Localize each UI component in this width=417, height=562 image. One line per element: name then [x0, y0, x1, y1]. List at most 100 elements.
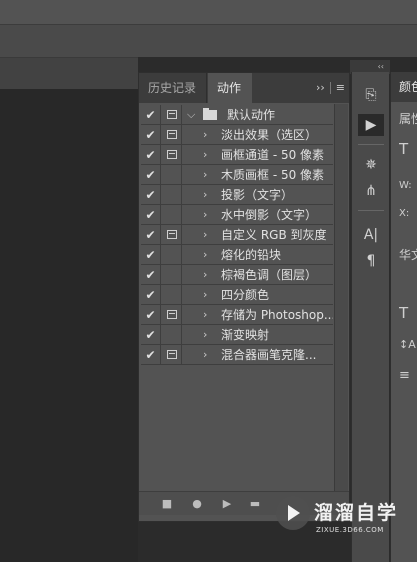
options-bar	[0, 24, 417, 57]
chevron-right-icon[interactable]: ›	[203, 185, 207, 205]
toggle-checkmark-icon[interactable]: ✔	[141, 185, 161, 205]
chevron-down-icon[interactable]: ⌵	[187, 105, 195, 125]
toggle-checkmark-icon[interactable]: ✔	[141, 105, 161, 125]
dialog-toggle[interactable]	[162, 305, 182, 325]
dialog-icon	[167, 150, 177, 159]
brush-settings-icon[interactable]: ✵	[358, 154, 384, 176]
character-panel-icon[interactable]: A|	[358, 224, 384, 246]
stop-button[interactable]: ■	[157, 492, 177, 516]
action-row[interactable]: ✔ › 画框通道 - 50 像素	[141, 145, 333, 165]
action-set-row[interactable]: ✔ ⌵ 默认动作	[141, 105, 333, 125]
chevron-right-icon[interactable]: ›	[203, 225, 207, 245]
chevron-right-icon[interactable]: ›	[203, 245, 207, 265]
dialog-toggle[interactable]	[162, 145, 182, 165]
action-row[interactable]: ✔ › 存储为 Photoshop...	[141, 305, 333, 325]
action-row[interactable]: ✔ › 渐变映射	[141, 325, 333, 345]
action-label: 水中倒影（文字）	[221, 208, 318, 222]
scrollbar[interactable]	[334, 104, 348, 496]
toggle-checkmark-icon[interactable]: ✔	[141, 205, 161, 225]
toggle-checkmark-icon[interactable]: ✔	[141, 145, 161, 165]
dialog-toggle[interactable]	[162, 245, 182, 265]
action-row[interactable]: ✔ › 木质画框 - 50 像素	[141, 165, 333, 185]
history-panel-icon[interactable]: ⎘	[358, 84, 384, 106]
dialog-toggle[interactable]	[162, 105, 182, 125]
action-set-label: 默认动作	[227, 108, 276, 122]
dialog-toggle[interactable]	[162, 125, 182, 145]
toggle-checkmark-icon[interactable]: ✔	[141, 325, 161, 345]
expand-icon[interactable]: ››	[316, 81, 325, 94]
action-label: 投影（文字）	[221, 188, 294, 202]
properties-panel: 颜色 属性 T W: X: 华文 T ↕A ≡	[390, 72, 417, 562]
dialog-toggle[interactable]	[162, 185, 182, 205]
action-label: 棕褐色调（图层）	[221, 268, 318, 282]
actions-list: ✔ ⌵ 默认动作 ✔ › 淡出效果（选区） ✔ › 画框通道 - 50 像素 ✔ › 木质画框 …	[141, 105, 333, 365]
toggle-checkmark-icon[interactable]: ✔	[141, 345, 161, 365]
play-button[interactable]: ▶	[217, 492, 237, 516]
panel-dock: ⎘ ▶ ✵ ⋔ A| ¶	[351, 72, 389, 562]
toggle-checkmark-icon[interactable]: ✔	[141, 265, 161, 285]
watermark-url: ZIXUE.3D66.COM	[316, 526, 384, 534]
tab-actions[interactable]: 动作	[208, 73, 252, 103]
font-family-field[interactable]: 华文	[399, 246, 417, 263]
action-row[interactable]: ✔ › 棕褐色调（图层）	[141, 265, 333, 285]
dialog-toggle[interactable]	[162, 205, 182, 225]
dialog-toggle[interactable]	[162, 285, 182, 305]
paragraph-panel-icon[interactable]: ¶	[358, 250, 384, 272]
folder-icon	[203, 108, 217, 120]
record-button[interactable]: ●	[187, 492, 207, 516]
watermark-logo: 溜溜自学 ZIXUE.3D66.COM	[272, 490, 417, 550]
actions-panel: 历史记录 动作 ›› ≡ ✔ ⌵ 默认动作 ✔ › 淡出效果（选区） ✔ › 画框通道 - …	[138, 72, 350, 522]
dialog-icon	[167, 350, 177, 359]
toggle-checkmark-icon[interactable]: ✔	[141, 125, 161, 145]
dialog-icon	[167, 110, 177, 119]
panel-menu-icon[interactable]: ≡	[336, 81, 345, 94]
chevron-right-icon[interactable]: ›	[203, 325, 207, 345]
action-row[interactable]: ✔ › 四分颜色	[141, 285, 333, 305]
app-menu-bar	[0, 0, 417, 24]
type-layer-icon: T	[399, 140, 409, 158]
double-chevron-left-icon: ‹‹	[377, 62, 384, 71]
actions-panel-icon[interactable]: ▶	[358, 114, 384, 136]
chevron-right-icon[interactable]: ›	[203, 285, 207, 305]
action-label: 自定义 RGB 到灰度	[221, 228, 327, 242]
dialog-toggle[interactable]	[162, 225, 182, 245]
x-label: X:	[399, 208, 410, 219]
dialog-toggle[interactable]	[162, 165, 182, 185]
chevron-right-icon[interactable]: ›	[203, 165, 207, 185]
action-row[interactable]: ✔ › 投影（文字）	[141, 185, 333, 205]
action-row[interactable]: ✔ › 水中倒影（文字）	[141, 205, 333, 225]
leading-icon: ↕A	[399, 338, 416, 351]
tab-history[interactable]: 历史记录	[139, 73, 207, 103]
dialog-toggle[interactable]	[162, 325, 182, 345]
action-label: 淡出效果（选区）	[221, 128, 318, 142]
new-set-folder-button[interactable]: ▬	[245, 492, 265, 516]
toggle-checkmark-icon[interactable]: ✔	[141, 285, 161, 305]
action-label: 混合器画笔克隆...	[221, 348, 317, 362]
chevron-right-icon[interactable]: ›	[203, 145, 207, 165]
dock-divider	[358, 210, 384, 211]
dialog-icon	[167, 310, 177, 319]
action-row[interactable]: ✔ › 自定义 RGB 到灰度	[141, 225, 333, 245]
chevron-right-icon[interactable]: ›	[203, 305, 207, 325]
chevron-right-icon[interactable]: ›	[203, 265, 207, 285]
toggle-checkmark-icon[interactable]: ✔	[141, 225, 161, 245]
watermark-title: 溜溜自学	[314, 502, 399, 524]
panel-menu[interactable]: ›› ≡	[316, 73, 345, 103]
dialog-toggle[interactable]	[162, 345, 182, 365]
chevron-right-icon[interactable]: ›	[203, 205, 207, 225]
toggle-checkmark-icon[interactable]: ✔	[141, 165, 161, 185]
dialog-icon	[167, 230, 177, 239]
tab-color[interactable]: 颜色	[391, 72, 417, 102]
action-row[interactable]: ✔ › 熔化的铅块	[141, 245, 333, 265]
dialog-toggle[interactable]	[162, 265, 182, 285]
toggle-checkmark-icon[interactable]: ✔	[141, 305, 161, 325]
width-label: W:	[399, 180, 412, 191]
action-row[interactable]: ✔ › 混合器画笔克隆...	[141, 345, 333, 365]
chevron-right-icon[interactable]: ›	[203, 345, 207, 365]
brushes-icon[interactable]: ⋔	[358, 180, 384, 202]
properties-label: 属性	[399, 112, 417, 126]
font-size-icon: T	[399, 304, 409, 322]
action-row[interactable]: ✔ › 淡出效果（选区）	[141, 125, 333, 145]
toggle-checkmark-icon[interactable]: ✔	[141, 245, 161, 265]
chevron-right-icon[interactable]: ›	[203, 125, 207, 145]
